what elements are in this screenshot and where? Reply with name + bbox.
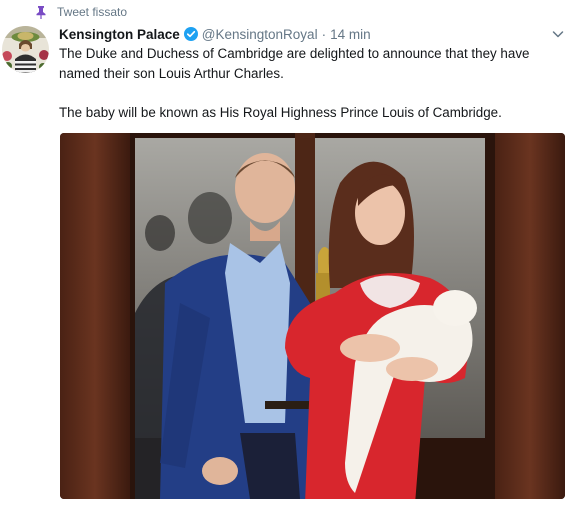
tweet-photo[interactable]	[60, 133, 565, 499]
user-handle[interactable]: @KensingtonRoyal	[202, 27, 318, 42]
chevron-down-icon[interactable]	[551, 27, 565, 41]
display-name[interactable]: Kensington Palace	[59, 27, 180, 42]
pinned-indicator: Tweet fissato	[34, 4, 127, 20]
tweet-header: Kensington Palace @KensingtonRoyal · 14 …	[59, 25, 565, 43]
tweet-text: The Duke and Duchess of Cambridge are de…	[59, 44, 559, 122]
pin-icon	[36, 6, 46, 19]
avatar[interactable]	[2, 26, 49, 73]
verified-badge-icon	[183, 27, 198, 41]
tweet-timestamp[interactable]: 14 min	[330, 27, 371, 42]
separator-dot: ·	[321, 26, 327, 42]
tweet-text-paragraph: The baby will be known as His Royal High…	[59, 104, 502, 120]
tweet-text-paragraph: The Duke and Duchess of Cambridge are de…	[59, 46, 530, 81]
pinned-label: Tweet fissato	[57, 5, 128, 19]
